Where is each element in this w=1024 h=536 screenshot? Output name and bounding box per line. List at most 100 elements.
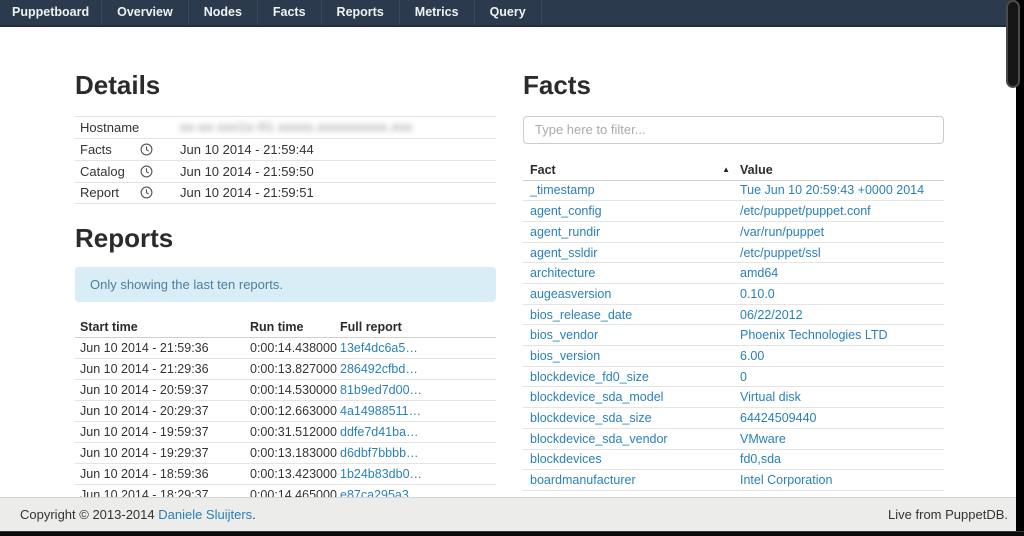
facts-table: Fact ▲ Value _timestamp Tue Jun 10 20:59… [523,160,944,491]
fact-name-link[interactable]: blockdevice_fd0_size [530,370,649,384]
details-title: Details [75,71,496,100]
detail-row-facts: Facts Jun 10 2014 - 21:59:44 [75,138,496,160]
detail-row-hostname: Hostname xx-xx-xxx1x-01.xxxxx.xxxxxxxxxx… [75,116,496,138]
fact-row: agent_rundir /var/run/puppet [523,222,944,243]
fact-value-link[interactable]: Tue Jun 10 20:59:43 +0000 2014 [740,183,924,197]
fact-row: blockdevices fd0,sda [523,450,944,471]
reports-title: Reports [75,224,496,253]
clock-icon [140,143,180,156]
report-row: Jun 10 2014 - 19:59:37 0:00:31.512000 dd… [75,422,496,443]
fact-row: blockdevice_sda_vendor VMware [523,429,944,450]
fact-value-link[interactable]: amd64 [740,266,778,280]
fact-row: _timestamp Tue Jun 10 20:59:43 +0000 201… [523,181,944,202]
report-timestamp: Jun 10 2014 - 21:59:51 [180,185,496,200]
fact-name-link[interactable]: agent_rundir [530,225,600,239]
fact-name-link[interactable]: blockdevice_sda_size [530,411,652,425]
report-hash-link[interactable]: 1b24b83db0… [340,467,422,481]
report-row: Jun 10 2014 - 21:29:36 0:00:13.827000 28… [75,359,496,380]
fact-value-link[interactable]: /var/run/puppet [740,225,824,239]
fact-value-link[interactable]: Phoenix Technologies LTD [740,328,888,342]
fact-row: augeasversion 0.10.0 [523,284,944,305]
node-details-column: Details Hostname xx-xx-xxx1x-01.xxxxx.xx… [75,27,496,506]
clock-icon [140,165,180,178]
facts-filter-input[interactable] [523,116,944,144]
detail-label: Facts [75,142,140,157]
detail-label: Report [75,185,140,200]
detail-row-report: Report Jun 10 2014 - 21:59:51 [75,182,496,204]
fact-value-link[interactable]: VMware [740,432,786,446]
fact-name-link[interactable]: agent_config [530,204,602,218]
nav-item-metrics[interactable]: Metrics [400,0,475,25]
fact-value-link[interactable]: /etc/puppet/ssl [740,246,821,260]
author-link[interactable]: Daniele Sluijters [158,507,252,522]
fact-value-link[interactable]: Virtual disk [740,390,801,404]
fact-value-link[interactable]: 64424509440 [740,411,816,425]
facts-timestamp: Jun 10 2014 - 21:59:44 [180,142,496,157]
column-header-start-time: Start time [75,320,250,334]
column-header-value[interactable]: Value [740,163,944,177]
fact-name-link[interactable]: agent_ssldir [530,246,597,260]
fact-value-link[interactable]: fd0,sda [740,452,781,466]
fact-name-link[interactable]: augeasversion [530,287,611,301]
fact-value-link[interactable]: 06/22/2012 [740,308,803,322]
detail-row-catalog: Catalog Jun 10 2014 - 21:59:50 [75,160,496,182]
report-hash-link[interactable]: d6dbf7bbbb… [340,446,419,460]
nav-item-overview[interactable]: Overview [102,0,189,25]
fact-row: agent_config /etc/puppet/puppet.conf [523,201,944,222]
fact-value-link[interactable]: /etc/puppet/puppet.conf [740,204,871,218]
nav-item-query[interactable]: Query [475,0,542,25]
facts-table-header: Fact ▲ Value [523,160,944,181]
scrollbar-thumb[interactable] [1006,0,1020,88]
fact-row: blockdevice_fd0_size 0 [523,367,944,388]
report-hash-link[interactable]: 13ef4dc6a5… [340,341,418,355]
reports-table-header: Start time Run time Full report [75,317,496,338]
fact-value-link[interactable]: 0 [740,370,747,384]
fact-row: blockdevice_sda_size 64424509440 [523,408,944,429]
fact-name-link[interactable]: boardmanufacturer [530,473,636,487]
fact-value-link[interactable]: 6.00 [740,349,764,363]
sort-ascending-icon: ▲ [722,165,730,174]
report-hash-link[interactable]: 286492cfbd… [340,362,418,376]
fact-name-link[interactable]: bios_vendor [530,328,598,342]
fact-row: boardmanufacturer Intel Corporation [523,470,944,491]
column-header-fact[interactable]: Fact ▲ [523,163,740,177]
navbar-brand[interactable]: Puppetboard [0,0,102,25]
detail-label: Hostname [75,120,140,135]
report-hash-link[interactable]: 81b9ed7d00… [340,383,422,397]
live-from-puppetdb-text: Live from PuppetDB. [888,507,1008,522]
fact-name-link[interactable]: bios_version [530,349,600,363]
report-row: Jun 10 2014 - 21:59:36 0:00:14.438000 13… [75,338,496,359]
clock-icon [140,186,180,199]
fact-row: blockdevice_sda_model Virtual disk [523,387,944,408]
column-header-run-time: Run time [250,320,340,334]
detail-label: Catalog [75,164,140,179]
nav-item-nodes[interactable]: Nodes [189,0,258,25]
fact-name-link[interactable]: blockdevice_sda_vendor [530,432,668,446]
report-hash-link[interactable]: ddfe7d41ba… [340,425,419,439]
fact-name-link[interactable]: architecture [530,266,595,280]
navbar: Puppetboard Overview Nodes Facts Reports… [0,0,1024,27]
details-table: Hostname xx-xx-xxx1x-01.xxxxx.xxxxxxxxxx… [75,116,496,204]
nav-item-reports[interactable]: Reports [322,0,400,25]
report-row: Jun 10 2014 - 18:59:36 0:00:13.423000 1b… [75,464,496,485]
fact-value-link[interactable]: Intel Corporation [740,473,832,487]
nav-item-facts[interactable]: Facts [258,0,322,25]
catalog-timestamp: Jun 10 2014 - 21:59:50 [180,164,496,179]
footer: Copyright © 2013-2014 Daniele Sluijters.… [0,497,1024,531]
report-hash-link[interactable]: 4a14988511… [340,404,421,418]
fact-row: bios_vendor Phoenix Technologies LTD [523,325,944,346]
report-row: Jun 10 2014 - 20:29:37 0:00:12.663000 4a… [75,401,496,422]
info-alert: Only showing the last ten reports. [75,267,496,302]
fact-row: architecture amd64 [523,263,944,284]
fact-row: agent_ssldir /etc/puppet/ssl [523,243,944,264]
facts-title: Facts [523,71,944,100]
fact-row: bios_release_date 06/22/2012 [523,305,944,326]
window-bottom-edge [0,531,1024,536]
fact-name-link[interactable]: blockdevice_sda_model [530,390,663,404]
fact-name-link[interactable]: bios_release_date [530,308,632,322]
report-row: Jun 10 2014 - 19:29:37 0:00:13.183000 d6… [75,443,496,464]
fact-name-link[interactable]: _timestamp [530,183,595,197]
fact-name-link[interactable]: blockdevices [530,452,602,466]
fact-value-link[interactable]: 0.10.0 [740,287,775,301]
fact-row: bios_version 6.00 [523,346,944,367]
